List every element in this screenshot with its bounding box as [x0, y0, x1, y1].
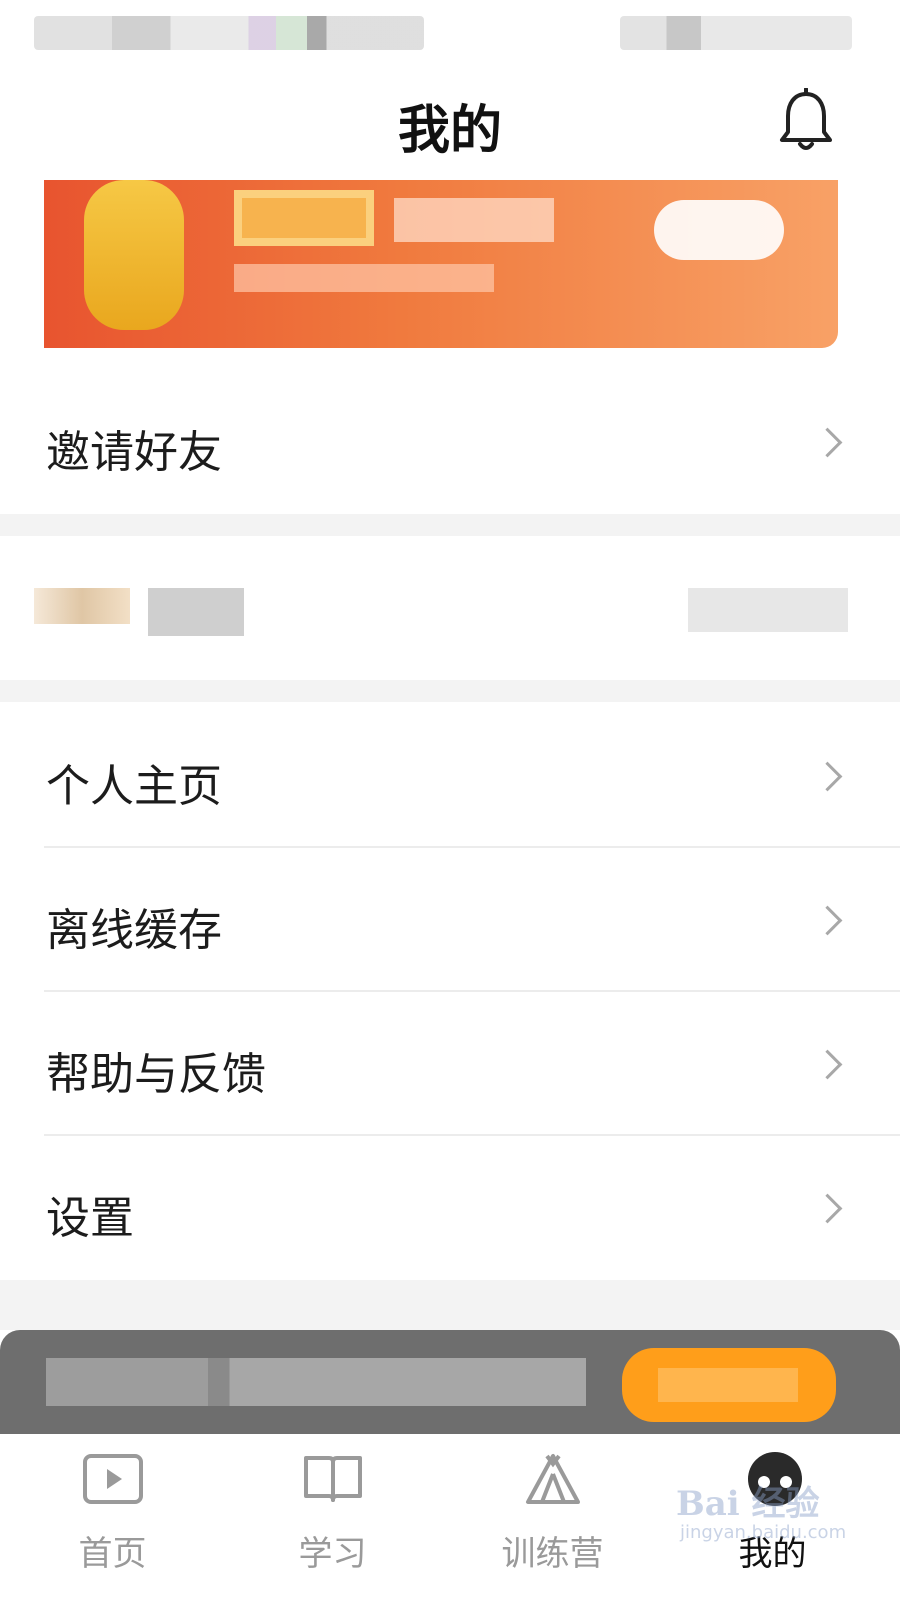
tab-study[interactable]: 学习 — [220, 1434, 445, 1600]
chevron-right-icon — [812, 427, 843, 458]
menu-item-label: 个人主页 — [46, 761, 222, 812]
menu-item-label: 设置 — [46, 1193, 134, 1244]
chevron-right-icon — [812, 761, 843, 792]
baidu-jingyan-watermark: Bai 经验 jingyan.baidu.com — [676, 1476, 866, 1552]
chevron-right-icon — [812, 1193, 843, 1224]
vip-badge-blurred — [34, 588, 130, 624]
mini-player-bar[interactable] — [0, 1330, 900, 1434]
video-play-icon — [82, 1452, 144, 1508]
chevron-right-icon — [812, 1049, 843, 1080]
status-bar-right-blurred — [620, 16, 852, 50]
banner-tag-blurred — [234, 190, 374, 246]
menu-item-settings[interactable]: 设置 — [0, 1136, 900, 1278]
player-text-blurred — [46, 1358, 586, 1406]
vip-label-blurred — [148, 588, 244, 636]
watermark-main-text: Bai 经验 — [676, 1484, 820, 1524]
tab-training-camp[interactable]: 训练营 — [440, 1434, 665, 1600]
banner-button-blurred[interactable] — [654, 200, 784, 260]
player-action-button[interactable] — [622, 1348, 836, 1422]
status-bar-left-blurred — [34, 16, 424, 50]
bell-icon[interactable] — [778, 87, 834, 154]
player-button-text-blurred — [658, 1368, 798, 1402]
tab-label: 首页 — [78, 1534, 147, 1574]
tab-home[interactable]: 首页 — [0, 1434, 225, 1600]
tab-label: 训练营 — [501, 1534, 604, 1574]
chevron-right-icon — [812, 905, 843, 936]
menu-item-label: 邀请好友 — [46, 427, 222, 478]
section-separator — [0, 680, 900, 702]
tent-icon — [522, 1452, 584, 1508]
banner-subtext-blurred — [234, 264, 494, 292]
menu-item-label: 离线缓存 — [46, 905, 222, 956]
book-icon — [302, 1452, 364, 1508]
menu-item-help-feedback[interactable]: 帮助与反馈 — [0, 992, 900, 1134]
promo-banner[interactable] — [44, 180, 838, 348]
coin-illustration — [84, 180, 184, 330]
page-title: 我的 — [397, 101, 502, 161]
menu-item-profile[interactable]: 个人主页 — [0, 704, 900, 846]
menu-item-label: 帮助与反馈 — [46, 1049, 266, 1100]
banner-text-blurred — [394, 198, 554, 242]
tab-label: 学习 — [298, 1534, 367, 1574]
section-separator — [0, 1280, 900, 1330]
section-separator — [0, 514, 900, 536]
watermark-sub-text: jingyan.baidu.com — [680, 1522, 847, 1543]
menu-item-offline-cache[interactable]: 离线缓存 — [0, 848, 900, 990]
vip-value-blurred — [688, 588, 848, 632]
menu-item-invite[interactable]: 邀请好友 — [0, 372, 900, 512]
